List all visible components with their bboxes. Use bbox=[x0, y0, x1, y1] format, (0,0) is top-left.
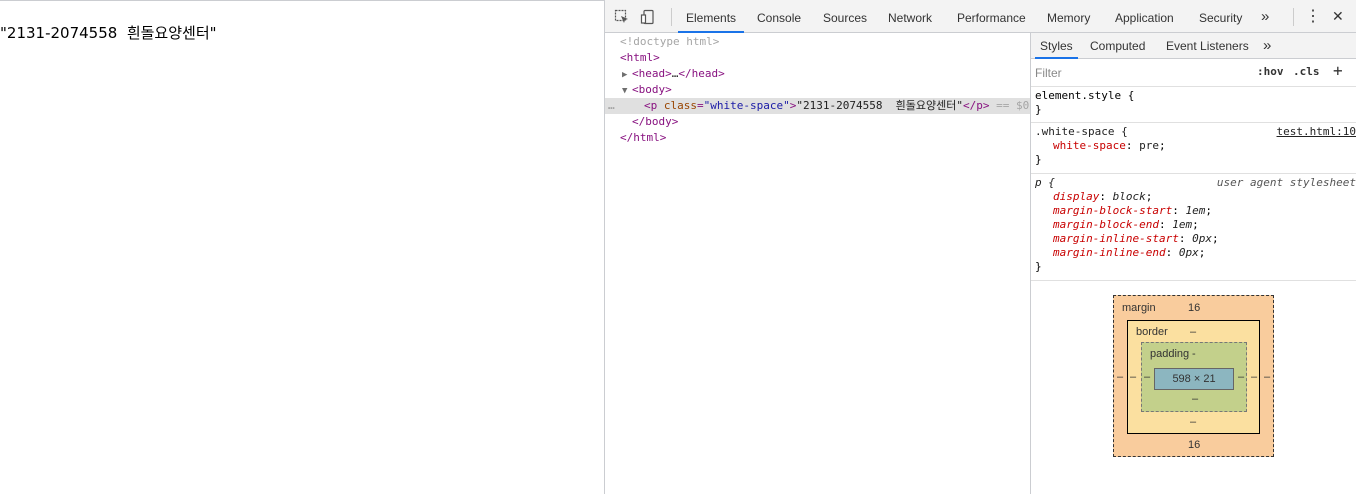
style-declaration: margin-inline-end: 0px; bbox=[1053, 246, 1206, 259]
style-declaration: margin-block-start: 1em; bbox=[1053, 204, 1212, 217]
close-devtools-button[interactable]: ✕ bbox=[1332, 0, 1344, 33]
dom-node-body-close[interactable]: </body> bbox=[605, 114, 1030, 130]
tab-performance[interactable]: Performance bbox=[957, 0, 1026, 33]
doctype-text: <!doctype html> bbox=[620, 35, 720, 48]
style-declaration: margin-inline-start: 0px; bbox=[1053, 232, 1219, 245]
dom-node-html-close[interactable]: </html> bbox=[605, 130, 1030, 146]
dom-node-html[interactable]: <html> bbox=[605, 50, 1030, 66]
device-toolbar-icon[interactable] bbox=[640, 9, 656, 25]
body-close-tag: </body> bbox=[632, 115, 679, 128]
head-open-tag: <head> bbox=[632, 67, 672, 80]
box-model-diagram: margin 16 16 – – border – – – – padding … bbox=[1031, 283, 1356, 494]
tab-event-listeners[interactable]: Event Listeners bbox=[1166, 33, 1249, 59]
element-style-selector[interactable]: element.style { bbox=[1035, 89, 1354, 103]
tab-security[interactable]: Security bbox=[1199, 0, 1242, 33]
border-bottom-value[interactable]: – bbox=[1190, 416, 1196, 428]
styles-filter-input[interactable] bbox=[1035, 64, 1245, 82]
toolbar-divider bbox=[1293, 8, 1294, 26]
head-close-tag: </head> bbox=[678, 67, 725, 80]
selected-node-marker: == $0 bbox=[989, 99, 1030, 112]
tab-elements[interactable]: Elements bbox=[678, 0, 745, 33]
more-tabs-button[interactable]: » bbox=[1261, 0, 1269, 33]
margin-bottom-value[interactable]: 16 bbox=[1188, 439, 1200, 451]
p-open-tag: <p bbox=[644, 99, 658, 112]
margin-label: margin bbox=[1122, 302, 1156, 314]
p-attr-value: "white-space" bbox=[703, 99, 790, 112]
page-paragraph: "2131-2074558 흰돌요양센터" bbox=[0, 24, 217, 42]
white-space-rule: .white-space { test.html:10 white-space:… bbox=[1031, 123, 1356, 174]
elements-tree: <!doctype html> <html> ▶ <head>…</head> ▼… bbox=[605, 33, 1030, 494]
expand-triangle-icon[interactable]: ▶ bbox=[622, 67, 632, 82]
dom-node-head[interactable]: ▶ <head>…</head> bbox=[605, 66, 1030, 82]
collapse-triangle-icon[interactable]: ▼ bbox=[622, 83, 632, 98]
rule-source-label: user agent stylesheet bbox=[1216, 176, 1356, 189]
inspect-element-icon[interactable] bbox=[614, 9, 630, 25]
padding-right-value[interactable]: – bbox=[1238, 371, 1244, 383]
margin-right-value[interactable]: – bbox=[1264, 371, 1270, 383]
content-size-value[interactable]: 598 × 21 bbox=[1172, 373, 1215, 385]
border-label: border bbox=[1136, 326, 1168, 338]
html-open-tag: <html> bbox=[620, 51, 660, 64]
margin-left-value[interactable]: – bbox=[1117, 371, 1123, 383]
dom-node-body[interactable]: ▼ <body> bbox=[605, 82, 1030, 98]
body-open-tag: <body> bbox=[632, 83, 672, 96]
rule-close-brace: } bbox=[1035, 103, 1042, 116]
p-close-tag: </p> bbox=[963, 99, 990, 112]
styles-filter-bar: :hov .cls + bbox=[1031, 59, 1356, 87]
box-model-content[interactable]: 598 × 21 bbox=[1154, 368, 1234, 390]
dom-node-p-selected[interactable]: … <p class="white-space">"2131-2074558 흰돌… bbox=[605, 98, 1030, 114]
tab-sources[interactable]: Sources bbox=[823, 0, 867, 33]
rule-source-link[interactable]: test.html:10 bbox=[1277, 125, 1356, 139]
user-agent-p-rule: p { user agent stylesheet display: block… bbox=[1031, 174, 1356, 281]
hover-state-toggle[interactable]: :hov bbox=[1257, 65, 1284, 78]
style-declaration[interactable]: white-space: pre; bbox=[1035, 139, 1354, 153]
devtools-panel: Elements Console Sources Network Perform… bbox=[604, 0, 1356, 494]
padding-top-value[interactable]: - bbox=[1192, 348, 1196, 360]
style-declaration: margin-block-end: 1em; bbox=[1053, 218, 1199, 231]
new-style-rule-button[interactable]: + bbox=[1333, 61, 1343, 80]
margin-top-value[interactable]: 16 bbox=[1188, 302, 1200, 314]
style-declaration: display: block; bbox=[1053, 190, 1153, 203]
more-style-tabs-button[interactable]: » bbox=[1263, 33, 1271, 59]
box-model-padding[interactable]: padding - – – – 598 × 21 bbox=[1141, 342, 1247, 412]
padding-label: padding bbox=[1150, 348, 1190, 360]
tab-application[interactable]: Application bbox=[1115, 0, 1174, 33]
border-right-value[interactable]: – bbox=[1251, 371, 1257, 383]
styles-tabbar: Styles Computed Event Listeners » bbox=[1031, 33, 1356, 59]
dom-node-doctype[interactable]: <!doctype html> bbox=[605, 34, 1030, 50]
padding-bottom-value[interactable]: – bbox=[1192, 393, 1198, 405]
customize-menu-button[interactable]: ⋮ bbox=[1305, 0, 1321, 33]
p-attr-name: class bbox=[663, 99, 697, 112]
rule-close-brace: } bbox=[1035, 153, 1042, 166]
tab-console[interactable]: Console bbox=[757, 0, 801, 33]
styles-sidebar: Styles Computed Event Listeners » :hov .… bbox=[1030, 33, 1356, 494]
tab-styles[interactable]: Styles bbox=[1035, 33, 1078, 59]
rule-close-brace: } bbox=[1035, 260, 1042, 273]
page-viewport: "2131-2074558 흰돌요양센터" bbox=[0, 0, 604, 494]
devtools-toolbar: Elements Console Sources Network Perform… bbox=[605, 0, 1356, 33]
padding-left-value[interactable]: – bbox=[1144, 371, 1150, 383]
border-top-value[interactable]: – bbox=[1190, 326, 1196, 338]
border-left-value[interactable]: – bbox=[1130, 371, 1136, 383]
html-close-tag: </html> bbox=[620, 131, 667, 144]
class-toggle[interactable]: .cls bbox=[1293, 65, 1320, 78]
box-model-margin[interactable]: margin 16 16 – – border – – – – padding … bbox=[1113, 295, 1274, 457]
tab-computed[interactable]: Computed bbox=[1090, 33, 1145, 59]
node-actions-dots[interactable]: … bbox=[605, 98, 644, 114]
tab-network[interactable]: Network bbox=[888, 0, 932, 33]
tab-memory[interactable]: Memory bbox=[1047, 0, 1090, 33]
box-model-border[interactable]: border – – – – padding - – – – 598 × 21 bbox=[1127, 320, 1260, 434]
toolbar-divider bbox=[671, 8, 672, 26]
p-text-node: "2131-2074558 흰돌요양센터" bbox=[796, 99, 964, 112]
element-style-rule: element.style { } bbox=[1031, 87, 1356, 123]
